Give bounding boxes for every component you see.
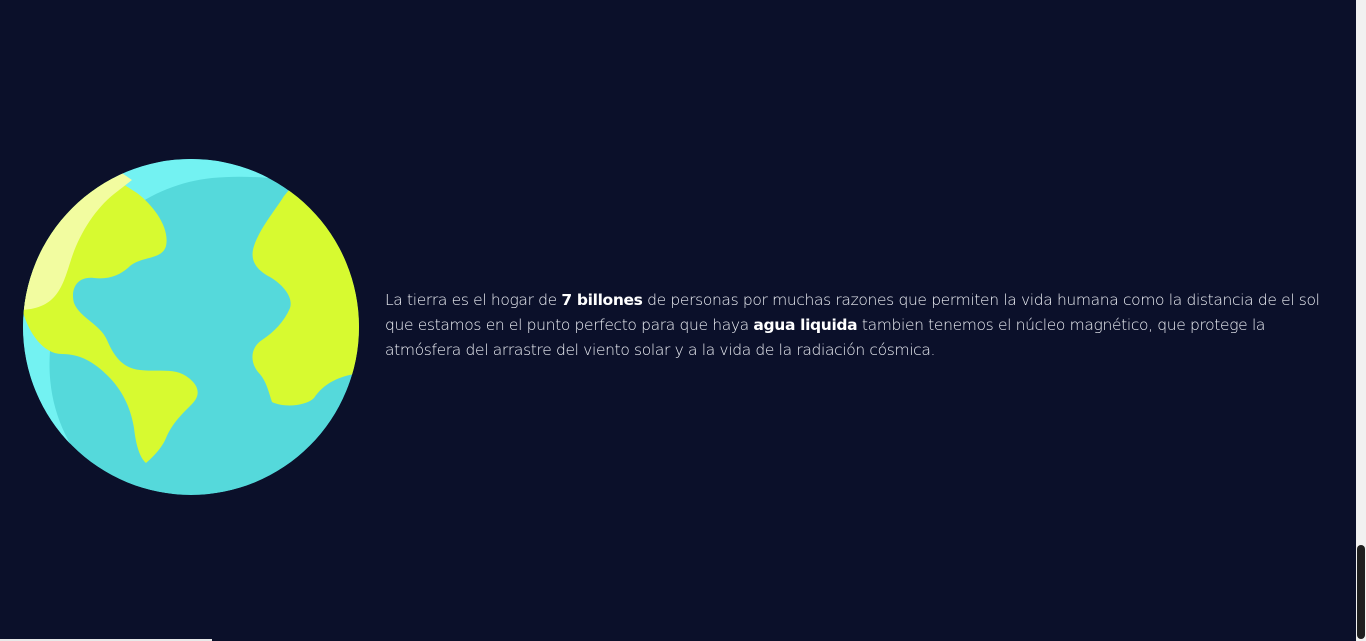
population-highlight: 7 billones	[561, 291, 643, 309]
description-text-part: La tierra es el hogar de	[385, 291, 562, 309]
water-highlight: agua liquida	[753, 316, 858, 334]
earth-description: La tierra es el hogar de 7 billones de p…	[385, 288, 1335, 363]
scrollbar-thumb[interactable]	[1357, 545, 1365, 639]
vertical-scrollbar[interactable]	[1356, 0, 1366, 641]
page: La tierra es el hogar de 7 billones de p…	[0, 0, 1356, 641]
earth-globe-icon	[23, 159, 359, 495]
